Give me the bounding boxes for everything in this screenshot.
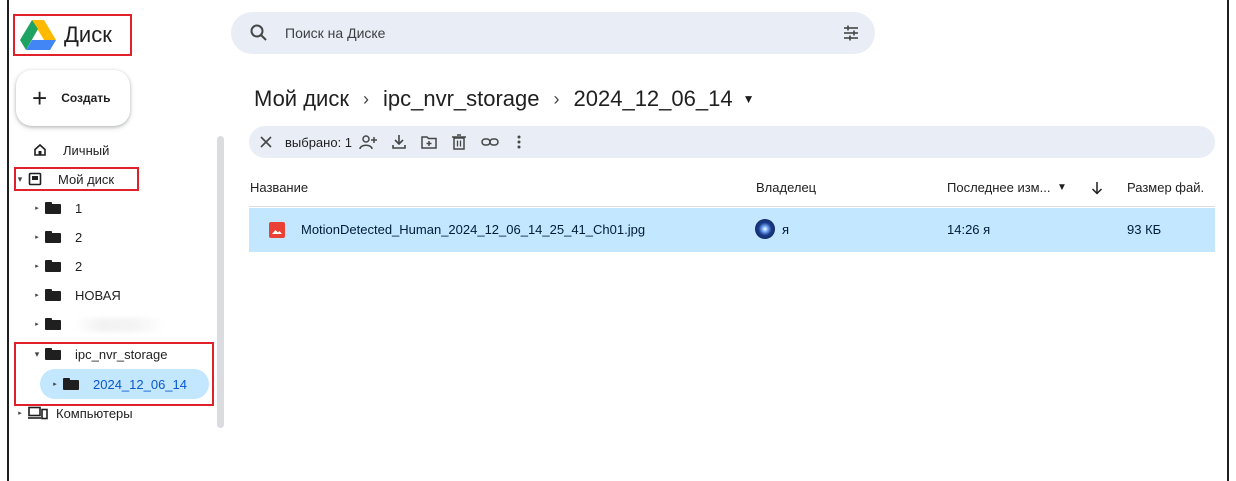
sidebar-item-folder-redacted[interactable]: ▸ <box>33 312 75 336</box>
plus-icon: + <box>32 83 48 113</box>
sidebar-item-label: ipc_nvr_storage <box>75 346 168 362</box>
sidebar-item-computers[interactable]: ▸ Компьютеры <box>16 401 133 425</box>
move-to-folder-icon[interactable] <box>421 134 437 150</box>
caret-right-icon[interactable]: ▸ <box>33 320 41 328</box>
share-icon[interactable] <box>359 134 377 150</box>
breadcrumb-my-drive[interactable]: Мой диск <box>250 86 353 112</box>
sidebar-item-label: 2024_12_06_14 <box>93 376 187 392</box>
sidebar-item-personal[interactable]: Личный <box>33 138 109 162</box>
window-frame-right <box>1227 0 1229 481</box>
sidebar-item-2024-12-06-14[interactable]: ▸ 2024_12_06_14 <box>51 372 187 396</box>
caret-right-icon[interactable]: ▸ <box>33 262 41 270</box>
dropdown-arrow-icon[interactable]: ▼ <box>743 92 755 106</box>
breadcrumb-ipc-nvr-storage[interactable]: ipc_nvr_storage <box>379 86 544 112</box>
sidebar-item-folder-new[interactable]: ▸ НОВАЯ <box>33 283 121 307</box>
selection-action-bar: выбрано: 1 <box>249 126 1215 158</box>
copy-link-icon[interactable] <box>481 134 499 150</box>
column-header-owner[interactable]: Владелец <box>756 180 816 195</box>
sort-direction-icon[interactable] <box>1090 181 1104 195</box>
image-file-icon <box>269 222 285 238</box>
app-title: Диск <box>64 22 112 47</box>
column-header-size[interactable]: Размер фай. <box>1127 180 1204 195</box>
close-selection-icon[interactable] <box>259 134 273 150</box>
drive-logo[interactable]: Диск <box>14 14 132 56</box>
search-bar[interactable] <box>231 12 875 54</box>
folder-icon <box>45 202 61 214</box>
folder-icon <box>45 348 61 360</box>
sidebar-item-label: НОВАЯ <box>75 287 121 303</box>
folder-icon <box>45 231 61 243</box>
sidebar-scrollbar[interactable] <box>217 136 224 428</box>
chevron-right-icon: › <box>553 88 560 109</box>
create-button-label: Создать <box>61 91 111 105</box>
owner-avatar <box>755 219 775 239</box>
search-icon[interactable] <box>249 23 269 43</box>
table-row[interactable]: MotionDetected_Human_2024_12_06_14_25_41… <box>249 208 1215 252</box>
column-header-modified[interactable]: Последнее изм... <box>947 180 1050 195</box>
sort-dropdown-icon[interactable]: ▼ <box>1057 182 1067 193</box>
home-icon <box>34 143 46 156</box>
file-modified: 14:26 я <box>947 222 991 237</box>
search-input[interactable] <box>285 20 785 46</box>
sidebar-item-label: 2 <box>75 229 83 245</box>
sidebar-item-label: 2 <box>75 258 83 274</box>
header-divider <box>249 206 1215 207</box>
caret-right-icon[interactable]: ▸ <box>33 204 41 212</box>
caret-down-icon[interactable]: ▾ <box>33 349 41 360</box>
sidebar-item-my-drive[interactable]: ▾ Мой диск <box>16 167 114 191</box>
breadcrumb-current-folder[interactable]: 2024_12_06_14 <box>570 86 737 112</box>
caret-right-icon[interactable]: ▸ <box>16 409 24 417</box>
caret-right-icon[interactable]: ▸ <box>33 233 41 241</box>
window-frame-left <box>7 0 9 481</box>
sidebar-item-folder-2b[interactable]: ▸ 2 <box>33 254 82 278</box>
chevron-right-icon: › <box>362 88 369 109</box>
file-name[interactable]: MotionDetected_Human_2024_12_06_14_25_41… <box>301 222 645 237</box>
download-icon[interactable] <box>391 134 407 150</box>
trash-icon[interactable] <box>451 134 467 150</box>
caret-down-icon[interactable]: ▾ <box>16 174 24 185</box>
sidebar-item-label: 1 <box>75 200 83 216</box>
selection-count: выбрано: 1 <box>285 135 353 150</box>
folder-icon <box>45 318 61 330</box>
sidebar-item-label: Личный <box>63 142 110 158</box>
breadcrumb: Мой диск › ipc_nvr_storage › 2024_12_06_… <box>250 84 754 114</box>
create-button[interactable]: + Создать <box>16 70 130 126</box>
column-header-name[interactable]: Название <box>250 180 308 195</box>
google-drive-logo-icon <box>20 20 56 50</box>
computers-icon <box>28 406 48 420</box>
sidebar-item-label: Компьютеры <box>56 405 133 421</box>
sidebar-item-label: Мой диск <box>58 171 115 187</box>
redacted-label <box>75 318 165 332</box>
caret-right-icon[interactable]: ▸ <box>33 291 41 299</box>
drive-icon <box>28 172 42 186</box>
folder-icon <box>45 289 61 301</box>
caret-right-icon[interactable]: ▸ <box>51 380 59 388</box>
file-owner: я <box>782 222 790 237</box>
sidebar-item-ipc-nvr-storage[interactable]: ▾ ipc_nvr_storage <box>33 342 168 366</box>
folder-icon <box>45 260 61 272</box>
file-size: 93 КБ <box>1127 222 1162 237</box>
sidebar-item-folder-2[interactable]: ▸ 2 <box>33 225 82 249</box>
search-options-icon[interactable] <box>841 23 861 43</box>
sidebar-item-folder-1[interactable]: ▸ 1 <box>33 196 82 220</box>
folder-icon <box>63 378 79 390</box>
more-options-icon[interactable] <box>513 134 525 150</box>
